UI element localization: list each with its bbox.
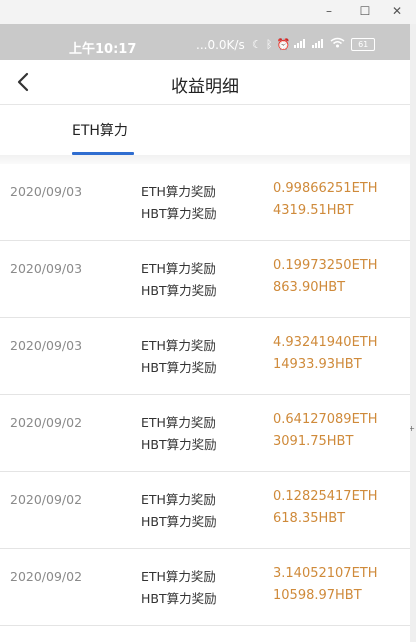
eth-reward-value: 3.14052107ETH	[273, 566, 378, 581]
record-date: 2020/09/03	[10, 184, 83, 199]
minimize-button[interactable]: –	[320, 3, 338, 19]
battery-icon: 61	[351, 38, 376, 51]
scrollbar[interactable]	[410, 24, 416, 642]
records-list: 2020/09/03 ETH算力奖励 HBT算力奖励 0.99866251ETH…	[0, 164, 410, 626]
status-bar: 上午10:17 ...0.0K/s ☾ ᛒ ⏰ 61	[0, 24, 410, 60]
page-title: 收益明细	[171, 77, 239, 97]
eth-reward-label: ETH算力奖励	[141, 415, 216, 430]
hbt-reward-label: HBT算力奖励	[141, 514, 217, 529]
hbt-reward-label: HBT算力奖励	[141, 591, 217, 606]
nav-header: 收益明细	[0, 60, 410, 105]
eth-reward-label: ETH算力奖励	[141, 184, 216, 199]
record-date: 2020/09/02	[10, 415, 83, 430]
maximize-button[interactable]: ☐	[356, 3, 374, 19]
status-icons: ☾ ᛒ ⏰ 61	[252, 37, 376, 52]
list-item: 2020/09/02 ETH算力奖励 HBT算力奖励 3.14052107ETH…	[0, 549, 410, 626]
eth-reward-label: ETH算力奖励	[141, 492, 216, 507]
bluetooth-icon: ᛒ	[265, 37, 273, 51]
hbt-reward-value: 10598.97HBT	[273, 588, 362, 603]
hbt-reward-label: HBT算力奖励	[141, 360, 217, 375]
hbt-reward-label: HBT算力奖励	[141, 437, 217, 452]
signal-icon-2	[312, 37, 326, 52]
hbt-reward-label: HBT算力奖励	[141, 283, 217, 298]
status-time: 上午10:17	[69, 42, 137, 57]
eth-reward-label: ETH算力奖励	[141, 261, 216, 276]
alarm-icon: ⏰	[276, 37, 291, 51]
eth-reward-label: ETH算力奖励	[141, 338, 216, 353]
hbt-reward-value: 3091.75HBT	[273, 434, 354, 449]
list-item: 2020/09/03 ETH算力奖励 HBT算力奖励 0.99866251ETH…	[0, 164, 410, 241]
list-item: 2020/09/02 ETH算力奖励 HBT算力奖励 0.12825417ETH…	[0, 472, 410, 549]
eth-reward-value: 4.93241940ETH	[273, 335, 378, 350]
tab-bar: ETH算力	[0, 105, 410, 155]
list-item: 2020/09/02 ETH算力奖励 HBT算力奖励 0.64127089ETH…	[0, 395, 410, 472]
list-item: 2020/09/03 ETH算力奖励 HBT算力奖励 4.93241940ETH…	[0, 318, 410, 395]
record-date: 2020/09/02	[10, 492, 83, 507]
eth-reward-value: 0.64127089ETH	[273, 412, 378, 427]
signal-icon	[294, 37, 308, 52]
network-speed: ...0.0K/s	[196, 38, 245, 52]
hbt-reward-value: 863.90HBT	[273, 280, 346, 295]
eth-reward-value: 0.12825417ETH	[273, 489, 378, 504]
hbt-reward-value: 618.35HBT	[273, 511, 346, 526]
divider	[0, 155, 410, 164]
record-date: 2020/09/03	[10, 338, 83, 353]
hbt-reward-value: 4319.51HBT	[273, 203, 354, 218]
hbt-reward-label: HBT算力奖励	[141, 206, 217, 221]
close-button[interactable]: ✕	[388, 3, 406, 19]
eth-reward-label: ETH算力奖励	[141, 569, 216, 584]
hbt-reward-value: 14933.93HBT	[273, 357, 362, 372]
wifi-icon	[330, 37, 345, 52]
tab-eth-hashrate[interactable]: ETH算力	[72, 120, 128, 140]
window-title-bar: – ☐ ✕	[0, 0, 416, 24]
eth-reward-value: 0.99866251ETH	[273, 181, 378, 196]
eth-reward-value: 0.19973250ETH	[273, 258, 378, 273]
list-item: 2020/09/03 ETH算力奖励 HBT算力奖励 0.19973250ETH…	[0, 241, 410, 318]
moon-icon: ☾	[252, 37, 262, 51]
record-date: 2020/09/03	[10, 261, 83, 276]
record-date: 2020/09/02	[10, 569, 83, 584]
